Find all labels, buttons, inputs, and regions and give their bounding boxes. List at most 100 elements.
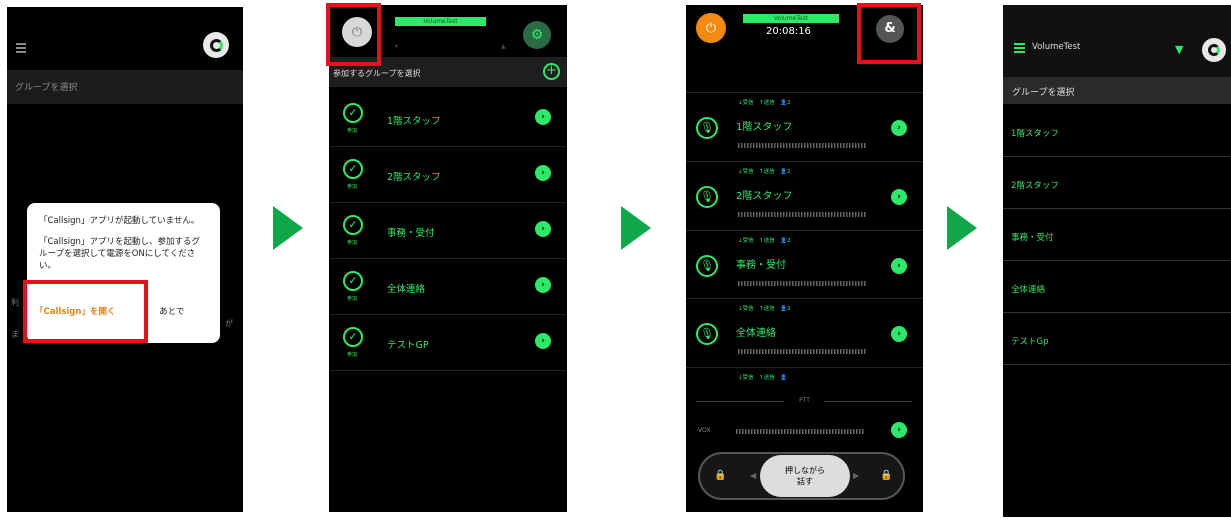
clock-time: 20:08:16 <box>766 26 811 37</box>
vox-label: VOX <box>698 427 711 434</box>
chevron-right-icon[interactable]: › <box>891 258 907 274</box>
screen-2: VolumeTest ⏻ ▾ ◦ ▲ ⚙ 参加するグループを選択 + ✓ 参加 … <box>329 5 567 512</box>
callsign-logo-icon <box>203 32 229 58</box>
chevron-right-icon[interactable]: › <box>535 277 551 293</box>
header: VolumeTest ▼ <box>1003 5 1231 77</box>
select-group-bar: グループを選択 <box>7 70 243 104</box>
chevron-right-icon[interactable]: › <box>535 109 551 125</box>
channel-status: ↓受信 ↑送信 👤2 <box>738 238 791 244</box>
check-icon[interactable]: ✓ <box>343 215 363 235</box>
group-name: テストGP <box>387 340 429 351</box>
channel-name: 全体連絡 <box>736 328 776 339</box>
app-title: VolumeTest <box>1032 42 1081 52</box>
channel-row[interactable]: ↓受信 ↑送信 👤2 🎙 事務・受付 › <box>686 230 923 298</box>
channel-status: ↓受信 ↑送信 👤 <box>738 375 788 381</box>
group-name: 事務・受付 <box>387 228 435 239</box>
callsign-logo-icon <box>1202 38 1226 62</box>
group-name: 2階スタッフ <box>387 172 441 183</box>
header <box>7 7 243 69</box>
channel-status: ↓受信 ↑送信 👤2 <box>738 100 791 106</box>
group-row[interactable]: ✓ 参加 2階スタッフ › <box>329 147 567 203</box>
warning-icon: ▲ <box>501 43 506 50</box>
join-label: 参加 <box>347 184 358 190</box>
group-row[interactable]: ✓ 参加 テストGP › <box>329 315 567 371</box>
volume-meter <box>738 281 866 286</box>
background-text: 利 <box>11 298 19 307</box>
clock-icon: ◦ <box>462 43 466 50</box>
vox-meter <box>736 429 864 434</box>
check-icon[interactable]: ✓ <box>343 271 363 291</box>
chevron-right-icon[interactable]: › <box>891 189 907 205</box>
chevron-right-icon[interactable]: › <box>891 422 907 438</box>
filter-icon[interactable]: ▼ <box>1175 43 1183 56</box>
channel-name: 2階スタッフ <box>736 191 793 202</box>
gear-icon[interactable]: ⚙ <box>523 21 551 49</box>
group-row[interactable]: ✓ 参加 事務・受付 › <box>329 203 567 259</box>
menu-icon[interactable] <box>1014 43 1025 55</box>
volume-meter <box>738 349 866 354</box>
add-icon[interactable]: + <box>543 63 560 80</box>
group-name: 全体連絡 <box>387 284 426 295</box>
ptt-button-label: 押しながら <box>785 466 825 475</box>
group-item[interactable]: 2階スタッフ <box>1003 157 1231 209</box>
ptt-slider[interactable]: 🔒 ◀ 押しながら 話す ▶ 🔒 <box>698 452 905 500</box>
check-icon[interactable]: ✓ <box>343 103 363 123</box>
group-row[interactable]: ✓ 参加 全体連絡 › <box>329 259 567 315</box>
triangle-left-icon: ◀ <box>750 471 757 480</box>
dialog-message: 「Callsign」アプリが起動していません。 <box>39 216 200 226</box>
screen-1: グループを選択 利 ま が 「Callsign」アプリが起動していません。 「C… <box>7 7 243 512</box>
background-text: ま <box>11 330 19 339</box>
group-list-title: 参加するグループを選択 <box>333 69 421 78</box>
mic-icon[interactable]: 🎙 <box>696 117 718 139</box>
menu-icon[interactable] <box>16 43 26 55</box>
arrow-right-icon <box>273 206 303 250</box>
lock-icon: 🔒 <box>714 470 727 481</box>
check-icon[interactable]: ✓ <box>343 327 363 347</box>
lock-icon: 🔒 <box>880 470 893 481</box>
join-label: 参加 <box>347 352 358 358</box>
group-item[interactable]: 事務・受付 <box>1003 209 1231 261</box>
group-item[interactable]: 全体連絡 <box>1003 261 1231 313</box>
channel-status: ↓受信 ↑送信 👤2 <box>738 169 791 175</box>
divider <box>824 401 912 402</box>
group-item[interactable]: テストGp <box>1003 313 1231 365</box>
power-icon[interactable]: ⏻ <box>696 13 726 43</box>
arrow-right-icon <box>947 206 977 250</box>
volume-meter <box>738 143 866 148</box>
triangle-right-icon: ▶ <box>853 471 860 480</box>
channel-name: 1階スタッフ <box>736 122 793 133</box>
channel-row[interactable]: ↓受信 ↑送信 👤2 🎙 全体連絡 › <box>686 298 923 366</box>
chevron-right-icon[interactable]: › <box>891 120 907 136</box>
channel-status: ↓受信 ↑送信 👤2 <box>738 306 791 312</box>
mic-icon[interactable]: 🎙 <box>696 186 718 208</box>
highlight-box <box>326 3 381 66</box>
select-group-bar: グループを選択 <box>1003 77 1231 104</box>
app-title: VolumeTest <box>743 14 839 23</box>
highlight-box <box>23 280 148 343</box>
screen-3: ⏻ VolumeTest 20:08:16 & ↓受信 ↑送信 👤2 🎙 1階ス… <box>686 5 923 512</box>
chevron-right-icon[interactable]: › <box>535 333 551 349</box>
channel-row[interactable]: ↓受信 ↑送信 👤 <box>686 367 923 387</box>
push-to-talk-button[interactable]: 押しながら 話す <box>760 455 850 497</box>
signal-icon: ▾ <box>395 43 399 50</box>
screen-4: VolumeTest ▼ グループを選択 1階スタッフ 2階スタッフ 事務・受付… <box>1003 5 1231 517</box>
mic-icon[interactable]: 🎙 <box>696 255 718 277</box>
chevron-right-icon[interactable]: › <box>535 221 551 237</box>
app-title: VolumeTest <box>395 17 486 26</box>
ptt-button-label: 話す <box>797 477 813 486</box>
channel-row[interactable]: ↓受信 ↑送信 👤2 🎙 2階スタッフ › <box>686 161 923 229</box>
check-icon[interactable]: ✓ <box>343 159 363 179</box>
group-item[interactable]: 1階スタッフ <box>1003 105 1231 157</box>
volume-meter <box>738 212 866 217</box>
join-label: 参加 <box>347 296 358 302</box>
channel-row[interactable]: ↓受信 ↑送信 👤2 🎙 1階スタッフ › <box>686 92 923 160</box>
dialog-message: 「Callsign」アプリを起動し、参加するグループを選択して電源をONにしてく… <box>39 237 200 271</box>
chevron-right-icon[interactable]: › <box>891 326 907 342</box>
mic-icon[interactable]: 🎙 <box>696 323 718 345</box>
group-row[interactable]: ✓ 参加 1階スタッフ › <box>329 91 567 147</box>
channel-name: 事務・受付 <box>736 260 786 271</box>
chevron-right-icon[interactable]: › <box>535 165 551 181</box>
join-label: 参加 <box>347 240 358 246</box>
arrow-right-icon <box>621 206 651 250</box>
join-label: 参加 <box>347 128 358 134</box>
